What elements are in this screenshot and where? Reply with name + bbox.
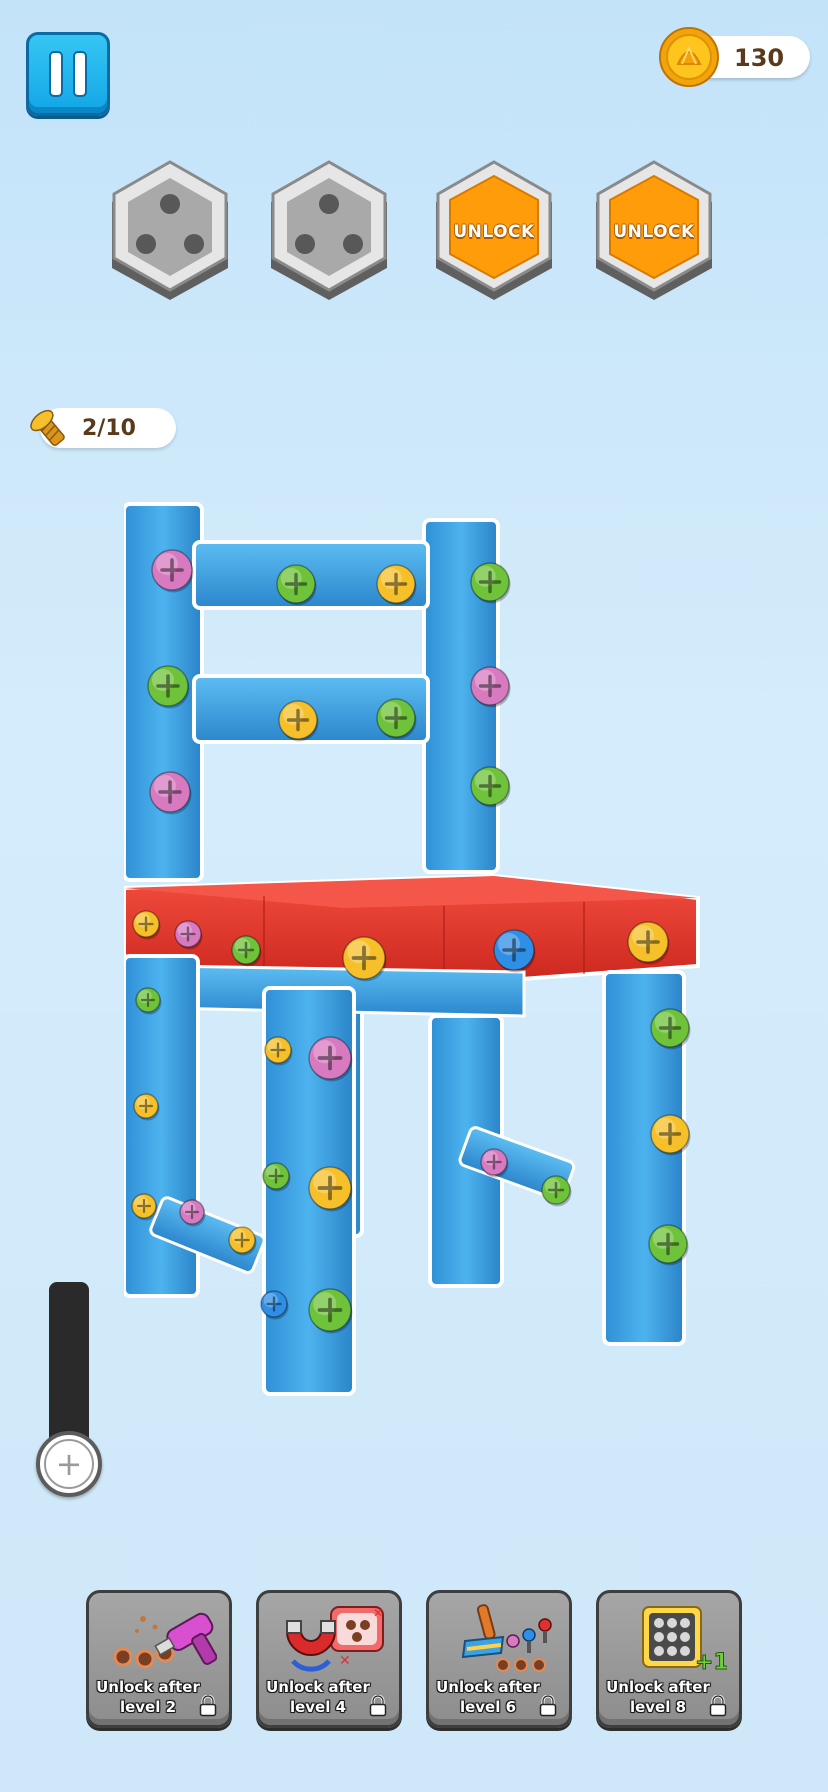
lock-icon	[539, 1695, 557, 1717]
svg-text:✕: ✕	[339, 1653, 351, 1669]
slot-locked-2[interactable]: UNLOCK	[584, 158, 724, 308]
booster-magnet[interactable]: ✕ ✕ Unlock after level 4	[256, 1590, 402, 1728]
booster-level-line: level 2	[119, 1698, 177, 1716]
booster-unlock-line: Unlock after	[96, 1678, 200, 1696]
slot-locked-1[interactable]: UNLOCK	[424, 158, 564, 308]
screw-count: 2/10	[82, 416, 136, 441]
drill-icon	[113, 1612, 217, 1669]
lock-icon	[369, 1695, 387, 1717]
screw-green[interactable]	[541, 1175, 572, 1207]
pause-icon	[49, 51, 63, 97]
screw-icon	[30, 409, 65, 447]
zoom-plus-icon: +	[44, 1439, 94, 1489]
slot-empty-2[interactable]	[259, 158, 399, 308]
booster-level-line: level 8	[629, 1698, 687, 1716]
lock-icon	[709, 1695, 727, 1717]
booster-level-line: level 4	[289, 1698, 347, 1716]
broom-icon	[461, 1604, 552, 1672]
chair-puzzle[interactable]	[124, 496, 704, 1406]
slot-empty-1[interactable]	[100, 158, 240, 308]
lock-icon	[199, 1695, 217, 1717]
extra-slot-icon: +1	[642, 1606, 727, 1676]
svg-text:✕: ✕	[373, 1606, 383, 1620]
zoom-slider-track[interactable]	[49, 1282, 89, 1452]
unlock-label: UNLOCK	[613, 222, 695, 242]
coin-icon	[659, 27, 719, 87]
unlock-label: UNLOCK	[453, 222, 535, 242]
booster-broom[interactable]: Unlock after level 6	[426, 1590, 572, 1728]
booster-unlock-line: Unlock after	[436, 1678, 540, 1696]
svg-text:+1: +1	[695, 1650, 727, 1675]
coin-value: 130	[734, 44, 785, 72]
zoom-slider-handle[interactable]: +	[36, 1431, 102, 1497]
magnet-icon: ✕ ✕	[285, 1606, 384, 1672]
booster-unlock-line: Unlock after	[606, 1678, 710, 1696]
booster-extra-slot[interactable]: +1 Unlock after level 8	[596, 1590, 742, 1728]
booster-level-line: level 6	[459, 1698, 517, 1716]
pause-button[interactable]	[26, 32, 110, 116]
booster-drill[interactable]: Unlock after level 2	[86, 1590, 232, 1728]
chair-front-legs[interactable]	[124, 954, 686, 1396]
booster-unlock-line: Unlock after	[266, 1678, 370, 1696]
